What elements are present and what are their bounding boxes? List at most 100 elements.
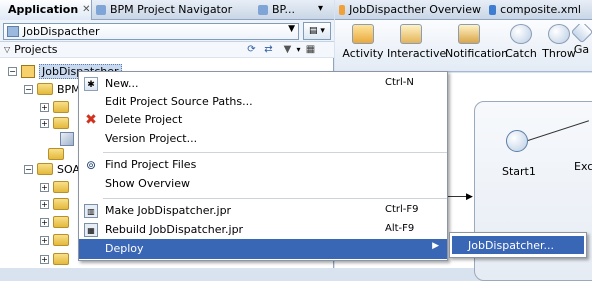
throw-icon (548, 24, 570, 44)
menu-item-make-label: Make JobDispatcher.jpr (105, 204, 232, 217)
bpmn-palette: Activity Interactive Notification Catch … (335, 20, 592, 72)
catch-icon (510, 24, 532, 44)
palette-notification[interactable]: Notification (445, 24, 508, 60)
expand-icon[interactable]: + (40, 102, 49, 112)
project-icon (21, 64, 35, 78)
folder-icon (53, 181, 69, 193)
application-menu-button[interactable]: ▤ ▾ (303, 22, 331, 40)
tab-application[interactable]: Application ✕ (0, 0, 92, 20)
activity-icon (352, 24, 374, 44)
palette-interactive-label: Interactive (387, 47, 447, 60)
menu-item-rebuild-shortcut: Alt-F9 (385, 223, 415, 234)
expand-icon[interactable]: + (40, 254, 49, 264)
start-event-label: Start1 (502, 165, 536, 178)
project-context-menu: ✱ New... Ctrl-N Edit Project Source Path… (78, 71, 448, 261)
palette-gateway[interactable]: Ga (571, 24, 592, 56)
tree-row-soa-child[interactable]: + (40, 250, 73, 268)
expand-icon[interactable]: + (40, 199, 49, 209)
folder-icon (37, 163, 53, 175)
collapse-icon[interactable]: ▽ (4, 45, 10, 54)
tab-jobdispacther-overview[interactable]: JobDispacther Overview (335, 0, 485, 20)
left-tab-bar: Application ✕ BPM Project Navigator BP..… (0, 0, 334, 20)
menu-item-make-shortcut: Ctrl-F9 (385, 204, 419, 215)
tree-row-soa[interactable]: − SOA (24, 160, 80, 178)
tree-row-soa-child[interactable]: + (40, 195, 73, 213)
menu-item-deploy-label: Deploy (105, 242, 144, 255)
tab-bpm-project-navigator[interactable]: BPM Project Navigator (92, 0, 254, 20)
new-project-icon[interactable]: ▦ (304, 43, 317, 56)
arrow-head-icon: ▶ (466, 192, 473, 202)
close-icon[interactable]: ✕ (82, 4, 90, 15)
menu-separator (103, 152, 447, 153)
tab-application-label: Application (8, 3, 79, 16)
collapse-icon[interactable]: − (24, 84, 33, 94)
more-tabs-icon[interactable]: ▾ (318, 3, 323, 14)
tree-row-bpm[interactable]: − BPM (24, 80, 81, 98)
tab-bpm-navigator-label: BPM Project Navigator (110, 3, 233, 16)
tree-row-soa-child[interactable]: + (40, 231, 73, 249)
expand-icon[interactable]: + (40, 118, 49, 128)
bpm-file-icon (60, 132, 74, 146)
menu-item-edit-label: Edit Project Source Paths... (105, 95, 253, 108)
submenu-item-jobdispatcher[interactable]: JobDispatcher... (452, 236, 584, 254)
application-combo[interactable]: JobDispacther ▼ (3, 23, 299, 40)
chevron-down-icon: ▼ (288, 24, 295, 34)
refresh-icon[interactable]: ⟳ (245, 43, 258, 56)
overview-icon (339, 4, 346, 15)
rebuild-icon: ▦ (84, 223, 98, 237)
tab-composite-xml[interactable]: composite.xml (485, 0, 585, 20)
menu-item-delete-label: Delete Project (105, 113, 183, 126)
folder-icon (53, 253, 69, 265)
menu-item-new-shortcut: Ctrl-N (385, 77, 414, 88)
menu-separator (103, 198, 447, 199)
tab-bp-label: BP... (272, 3, 295, 16)
menu-item-version-label: Version Project... (105, 132, 198, 145)
palette-activity-label: Activity (342, 47, 384, 60)
menu-item-show-overview[interactable]: Show Overview (79, 174, 447, 194)
projects-label: Projects (14, 43, 58, 56)
menu-icon: ▤ ▾ (309, 26, 325, 36)
menu-item-rebuild-label: Rebuild JobDispatcher.jpr (105, 223, 244, 236)
expand-icon[interactable]: + (40, 217, 49, 227)
folder-icon (53, 117, 69, 129)
application-name: JobDispacther (23, 25, 100, 38)
application-icon (7, 26, 19, 37)
menu-item-version-project[interactable]: Version Project... (79, 129, 447, 149)
tab-composite-label: composite.xml (500, 3, 581, 16)
collapse-icon[interactable]: − (8, 66, 17, 76)
interactive-icon (400, 24, 422, 44)
tree-row-soa-child[interactable]: + (40, 178, 73, 196)
expand-icon[interactable]: + (40, 182, 49, 192)
tab-bp-truncated[interactable]: BP... (254, 0, 314, 20)
expand-icon[interactable]: + (40, 235, 49, 245)
menu-item-overview-label: Show Overview (105, 177, 190, 190)
composite-icon (489, 4, 497, 15)
menu-item-new-label: New... (105, 77, 139, 90)
collapse-icon[interactable]: − (24, 164, 33, 174)
gateway-label: Excl (574, 160, 592, 173)
tree-label-soa: SOA (57, 162, 80, 176)
menu-item-delete-project[interactable]: ✖ Delete Project (79, 110, 447, 130)
palette-interactive[interactable]: Interactive (387, 24, 447, 60)
menu-item-find-label: Find Project Files (105, 158, 197, 171)
start-event[interactable] (506, 130, 528, 152)
binoculars-icon: ⊚ (85, 158, 97, 172)
delete-icon: ✖ (85, 112, 97, 128)
submenu-arrow-icon: ▶ (432, 241, 439, 251)
tab-overview-label: JobDispacther Overview (349, 3, 481, 16)
menu-item-new[interactable]: ✱ New... Ctrl-N (79, 74, 447, 94)
bpm-icon (258, 4, 268, 15)
gateway-icon (571, 24, 592, 44)
folder-icon (53, 198, 69, 210)
menu-item-deploy[interactable]: Deploy ▶ (79, 239, 447, 259)
editor-tab-bar: JobDispacther Overview composite.xml (335, 0, 592, 20)
palette-gateway-label: Ga (573, 43, 590, 56)
menu-item-rebuild[interactable]: ▦ Rebuild JobDispatcher.jpr Alt-F9 (79, 220, 447, 240)
menu-item-make[interactable]: ▥ Make JobDispatcher.jpr Ctrl-F9 (79, 201, 447, 221)
tree-row-soa-child[interactable]: + (40, 213, 73, 231)
menu-item-find-project-files[interactable]: ⊚ Find Project Files (79, 155, 447, 175)
menu-item-edit-source-paths[interactable]: Edit Project Source Paths... (79, 92, 447, 112)
bpm-navigator-icon (96, 4, 106, 15)
sync-icon[interactable]: ⇄ (262, 43, 275, 56)
palette-activity[interactable]: Activity (339, 24, 387, 60)
